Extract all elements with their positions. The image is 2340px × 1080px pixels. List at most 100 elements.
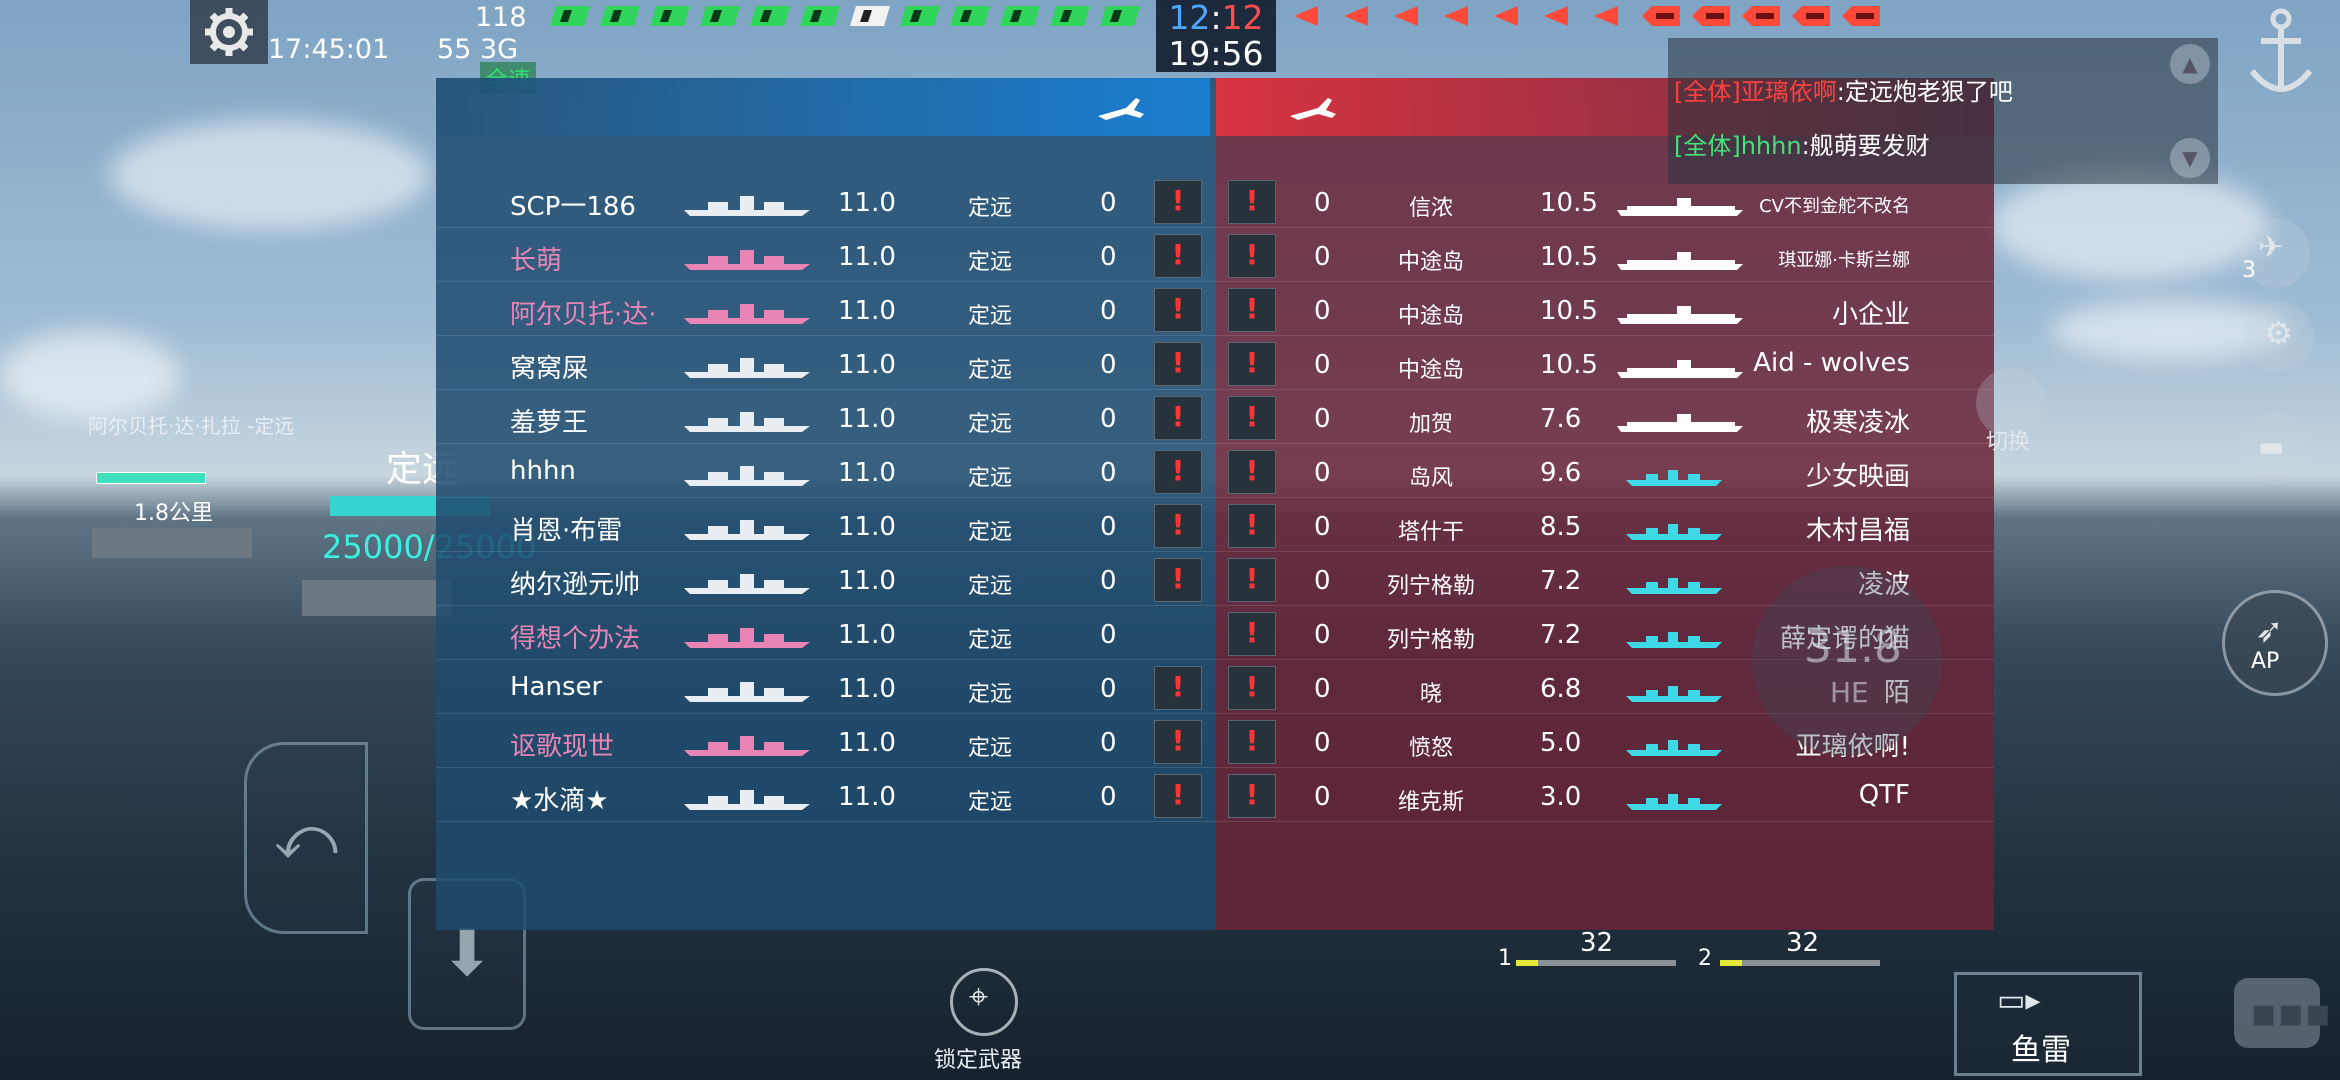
lock-weapon-button[interactable]: ⌖ xyxy=(950,968,1018,1036)
report-button[interactable]: ! xyxy=(1228,504,1276,548)
ally-hp-bar xyxy=(96,472,206,484)
clock: 17:45:01 xyxy=(268,34,390,65)
plane-icon xyxy=(1290,98,1336,120)
enemy-destroyer-flag-icon xyxy=(1294,6,1318,26)
chat-scroll-up-button[interactable]: ▲ xyxy=(2170,44,2210,84)
report-button[interactable]: ! xyxy=(1154,666,1202,710)
player-name: 少女映画 xyxy=(1805,462,1910,492)
switch-button[interactable]: 切换 xyxy=(1976,368,2046,455)
gun-2-ammo: 32 xyxy=(1786,928,1820,958)
report-button[interactable]: ! xyxy=(1154,342,1202,386)
report-button[interactable]: ! xyxy=(1228,342,1276,386)
report-button[interactable]: ! xyxy=(1154,450,1202,494)
gun-2-indicator: 2 32 xyxy=(1698,928,1888,971)
chat-sender: [全体]hhhn xyxy=(1674,132,1802,160)
player-name: 得想个办法 xyxy=(510,624,641,654)
ship-class: 信浓 xyxy=(1408,196,1453,221)
match-timer: 19:56 xyxy=(1168,34,1264,73)
report-button[interactable]: ! xyxy=(1228,234,1276,278)
settings-button[interactable] xyxy=(190,0,268,64)
anchor-button[interactable] xyxy=(2236,0,2326,110)
enemy-carrier-flag-icon xyxy=(1642,6,1680,26)
speed-value: 31.8 xyxy=(1804,622,1902,673)
ship-level: 5.0 xyxy=(1540,728,1582,758)
chat-sender: [全体]亚璃依啊 xyxy=(1674,78,1837,106)
report-button[interactable]: ! xyxy=(1228,612,1276,656)
torpedo-label: 鱼雷 xyxy=(2011,1033,2071,1068)
chat-bubble-icon: ▪▪▪ xyxy=(2250,990,2332,1036)
carrier-icon xyxy=(1596,194,1743,216)
ship-class: 定远 xyxy=(968,304,1013,329)
report-button[interactable]: ! xyxy=(1228,450,1276,494)
destroyer-icon xyxy=(1596,626,1722,648)
gun-1-indicator: 1 32 xyxy=(1498,928,1688,971)
chat-toggle-button[interactable]: ▪▪▪ xyxy=(2234,978,2331,1048)
player-name: 木村昌福 xyxy=(1805,516,1910,546)
gun-1-number: 1 xyxy=(1498,946,1512,971)
report-button[interactable]: ! xyxy=(1154,774,1202,818)
aircraft-icon: ✈ xyxy=(2258,230,2284,265)
ship-class: 定远 xyxy=(968,520,1013,545)
player-score: 0 xyxy=(1314,512,1331,542)
carrier-icon xyxy=(1596,302,1743,324)
report-button[interactable]: ! xyxy=(1228,774,1276,818)
ship-level: 10.5 xyxy=(1540,242,1598,272)
battleship-icon xyxy=(684,518,810,540)
battleship-icon xyxy=(684,680,810,702)
repair-button[interactable]: ⚙ xyxy=(2244,302,2314,372)
torpedo-button[interactable]: ▭▸ 鱼雷 xyxy=(1954,972,2142,1076)
carrier-icon xyxy=(1596,248,1743,270)
player-score: 0 xyxy=(1100,350,1117,380)
aircraft-button[interactable]: ✈ 3 xyxy=(2240,218,2310,288)
speed-unit: HE xyxy=(1830,676,1869,709)
ship-class: 中途岛 xyxy=(1397,250,1464,275)
ship-class: 列宁格勒 xyxy=(1386,574,1475,599)
report-button[interactable]: ! xyxy=(1154,180,1202,224)
ship-level: 11.0 xyxy=(838,782,896,812)
player-score: 0 xyxy=(1314,782,1331,812)
ally-ship-flag-icon xyxy=(700,6,740,26)
enemy-destroyer-flag-icon xyxy=(1444,6,1468,26)
ship-class: 岛风 xyxy=(1408,466,1453,491)
report-button[interactable]: ! xyxy=(1228,288,1276,332)
player-name: 阿尔贝托·达· xyxy=(510,300,657,330)
report-button[interactable]: ! xyxy=(1154,720,1202,764)
ship-level: 10.5 xyxy=(1540,296,1598,326)
battleship-icon xyxy=(684,626,810,648)
player-name: ★水滴★ xyxy=(510,786,609,816)
ship-class: 定远 xyxy=(968,736,1013,761)
report-button[interactable]: ! xyxy=(1154,558,1202,602)
scoreboard-panel: SCP一186 11.0 定远 0! 长萌 11.0 定远 0! 阿尔贝托·达· 11.0 定远 0!… xyxy=(436,78,1994,930)
report-button[interactable]: ! xyxy=(1228,180,1276,224)
player-name: Aid - wolves xyxy=(1753,348,1910,378)
ship-level: 8.5 xyxy=(1540,512,1582,542)
player-score: 0 xyxy=(1100,566,1117,596)
turret-button[interactable]: ▬ xyxy=(2240,414,2310,484)
ship-level: 11.0 xyxy=(838,404,896,434)
report-button[interactable]: ! xyxy=(1228,396,1276,440)
gun-1-ammo: 32 xyxy=(1580,928,1614,958)
report-button[interactable]: ! xyxy=(1228,666,1276,710)
ship-level: 10.5 xyxy=(1540,350,1598,380)
carrier-icon xyxy=(1596,410,1743,432)
ship-class: 定远 xyxy=(968,628,1013,653)
report-button[interactable]: ! xyxy=(1154,504,1202,548)
report-button[interactable]: ! xyxy=(1154,288,1202,332)
ship-level: 7.2 xyxy=(1540,620,1582,650)
report-button[interactable]: ! xyxy=(1228,558,1276,602)
match-score: 12:12 19:56 xyxy=(1156,0,1276,72)
report-button[interactable]: ! xyxy=(1228,720,1276,764)
battleship-icon xyxy=(684,464,810,486)
rudder-left-button[interactable]: ⤺ xyxy=(244,742,368,934)
player-score: 0 xyxy=(1314,350,1331,380)
ship-class: 维克斯 xyxy=(1397,790,1464,815)
enemy-destroyer-flag-icon xyxy=(1544,6,1568,26)
blue-team-row: 阿尔贝托·达· 11.0 定远 0! xyxy=(436,286,1216,336)
report-button[interactable]: ! xyxy=(1154,396,1202,440)
ally-ship-flag-icon xyxy=(550,6,590,26)
enemy-carrier-flag-icon xyxy=(1792,6,1830,26)
chat-scroll-down-button[interactable]: ▼ xyxy=(2170,138,2210,178)
ammo-ap-button[interactable]: ➶ AP xyxy=(2222,590,2328,696)
switch-label: 切换 xyxy=(1986,430,2031,455)
report-button[interactable]: ! xyxy=(1154,234,1202,278)
